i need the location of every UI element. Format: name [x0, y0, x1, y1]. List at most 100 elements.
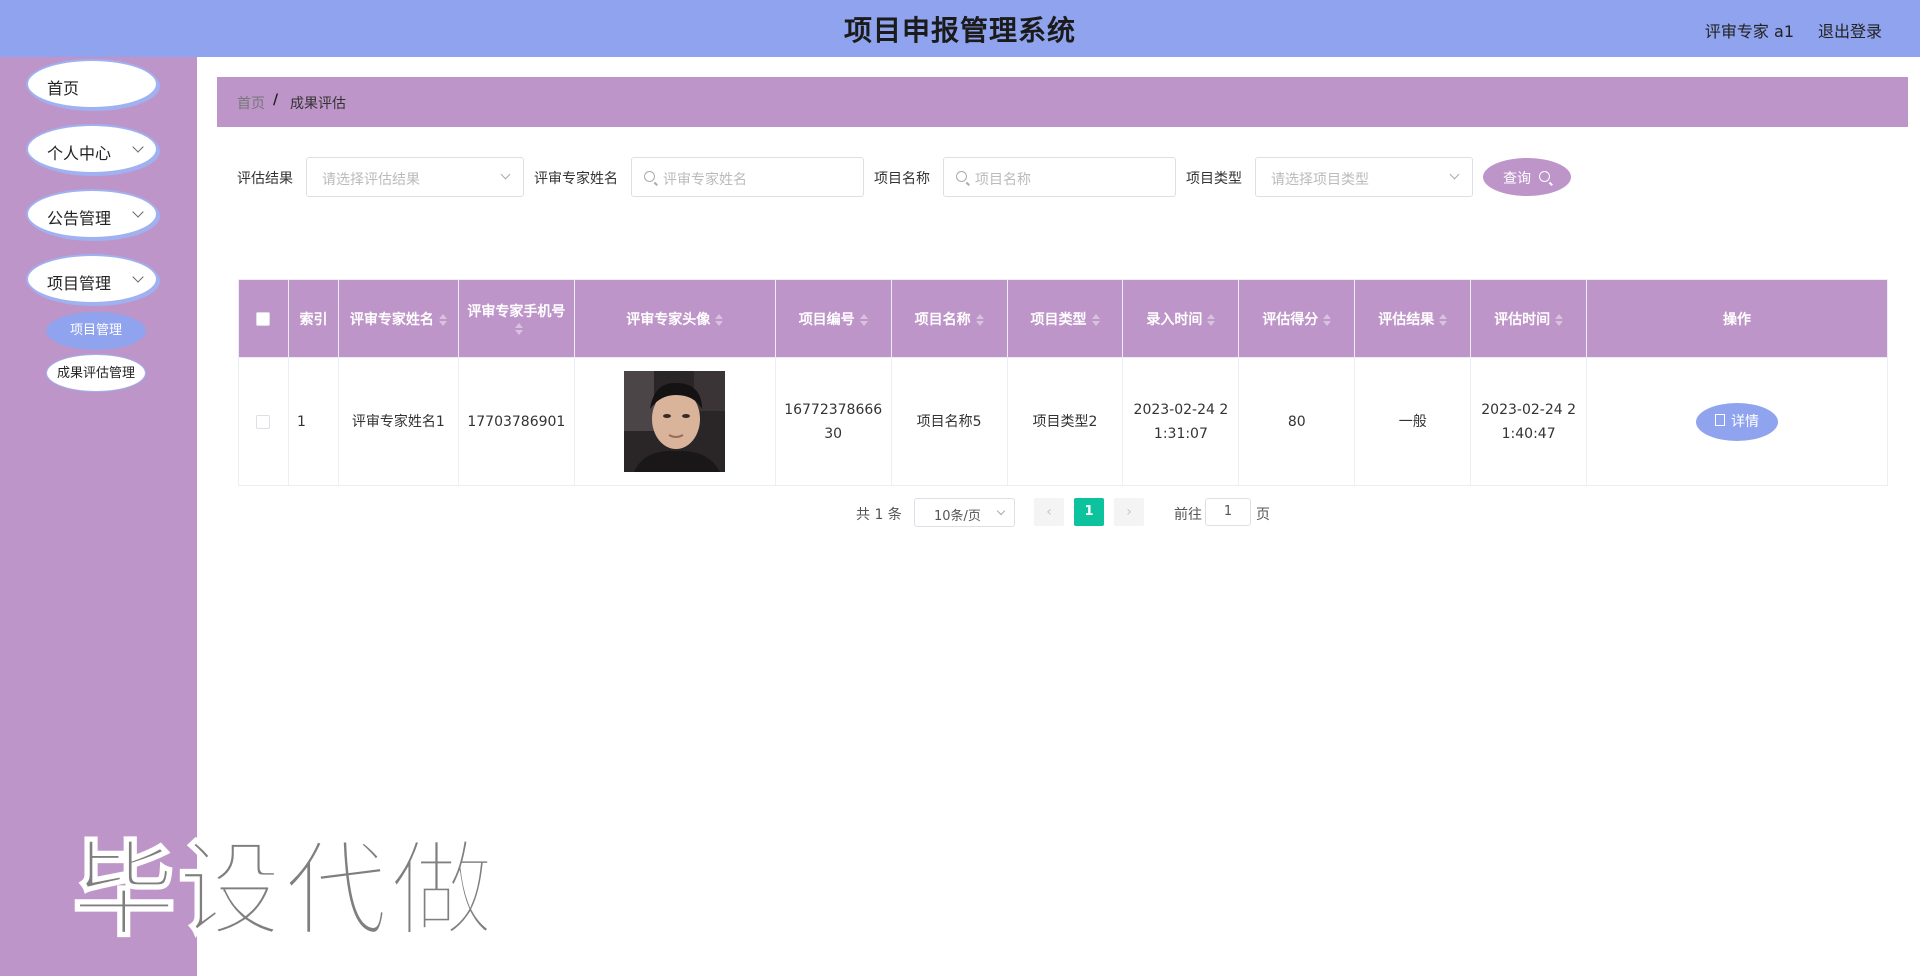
detail-button-label: 详情 — [1731, 413, 1760, 430]
sidebar-item-personal-center[interactable]: 个人中心 — [26, 124, 158, 174]
sidebar-item-label: 项目管理 — [47, 274, 112, 293]
chevron-down-icon — [132, 271, 144, 283]
sort-icon[interactable] — [859, 313, 868, 326]
cell-entry-time: 2023-02-24 21:31:07 — [1122, 357, 1240, 486]
sidebar-subitem-evaluation-management[interactable]: 成果评估管理 — [46, 354, 146, 392]
page-size-select[interactable]: 10条/页 — [914, 498, 1015, 527]
chevron-down-icon — [500, 169, 511, 180]
column-header-label: 操作 — [1723, 311, 1752, 328]
sidebar-item-home[interactable]: 首页 — [26, 59, 158, 109]
breadcrumb: 首页 / 成果评估 — [217, 77, 1908, 127]
type-select-placeholder: 请选择项目类型 — [1271, 172, 1369, 188]
cell-project-type: 项目类型2 — [1006, 357, 1124, 486]
select-all-cell — [238, 279, 289, 358]
column-header-project-name[interactable]: 项目名称 — [890, 279, 1008, 358]
sidebar-item-project-management[interactable]: 项目管理 — [26, 254, 158, 304]
cell-eval-time: 2023-02-24 21:40:47 — [1470, 357, 1588, 486]
column-header-expert-phone[interactable]: 评审专家手机号 — [457, 279, 575, 358]
expert-name-input[interactable]: 评审专家姓名 — [631, 157, 864, 197]
goto-label: 前往 — [1174, 507, 1202, 523]
sidebar-item-label: 公告管理 — [47, 209, 112, 228]
cell-score: 80 — [1238, 357, 1356, 486]
column-header-project-no[interactable]: 项目编号 — [774, 279, 892, 358]
column-header-label: 索引 — [299, 311, 328, 328]
search-icon — [1539, 171, 1550, 182]
column-header-result[interactable]: 评估结果 — [1354, 279, 1472, 358]
page-number-current[interactable]: 1 — [1074, 498, 1104, 526]
cell-project-no: 1677237866630 — [774, 357, 892, 486]
column-header-label: 评审专家姓名 — [349, 311, 434, 328]
column-header-entry-time[interactable]: 录入时间 — [1122, 279, 1240, 358]
sort-icon[interactable] — [438, 313, 447, 326]
column-header-label: 评估时间 — [1494, 311, 1551, 328]
type-select[interactable]: 请选择项目类型 — [1255, 157, 1473, 197]
cell-project-name: 项目名称5 — [890, 357, 1008, 486]
column-header-eval-time[interactable]: 评估时间 — [1470, 279, 1588, 358]
column-header-label: 项目名称 — [914, 311, 971, 328]
table-row: 1 评审专家姓名1 17703786901 1677237866630 项目名称… — [238, 357, 1888, 486]
app-title: 项目申报管理系统 — [843, 14, 1076, 47]
column-header-label: 评估得分 — [1262, 311, 1319, 328]
sort-icon[interactable] — [1555, 313, 1564, 326]
expert-filter-label: 评审专家姓名 — [534, 171, 618, 187]
row-select-cell — [238, 357, 289, 486]
logout-link[interactable]: 退出登录 — [1818, 18, 1882, 42]
chevron-down-icon — [132, 206, 144, 218]
sidebar-item-announcements[interactable]: 公告管理 — [26, 189, 158, 239]
column-header-index: 索引 — [287, 279, 339, 358]
sort-icon[interactable] — [1323, 313, 1332, 326]
cell-index: 1 — [287, 357, 339, 486]
column-header-score[interactable]: 评估得分 — [1238, 279, 1356, 358]
prev-page-button[interactable]: ‹ — [1034, 498, 1064, 526]
detail-button[interactable]: 详情 — [1696, 402, 1779, 441]
breadcrumb-home[interactable]: 首页 — [237, 93, 265, 113]
sidebar-subitem-project-management[interactable]: 项目管理 — [46, 312, 146, 350]
sort-icon[interactable] — [514, 322, 523, 335]
page-size-value: 10条/页 — [934, 509, 981, 524]
chevron-down-icon — [996, 506, 1006, 516]
top-header: 项目申报管理系统 评审专家 a1 退出登录 — [0, 0, 1920, 57]
watermark-text: 毕设代做 — [71, 828, 497, 952]
project-filter-label: 项目名称 — [874, 171, 930, 187]
breadcrumb-separator: / — [273, 92, 279, 108]
search-icon — [644, 171, 655, 182]
sort-icon[interactable] — [975, 313, 984, 326]
row-checkbox[interactable] — [256, 414, 271, 429]
current-user: 评审专家 a1 — [1704, 22, 1794, 41]
query-button[interactable]: 查询 — [1483, 158, 1571, 196]
sort-icon[interactable] — [1439, 313, 1448, 326]
column-header-label: 评估结果 — [1378, 311, 1435, 328]
column-header-project-type[interactable]: 项目类型 — [1006, 279, 1124, 358]
column-header-actions: 操作 — [1586, 279, 1888, 358]
expert-name-placeholder: 评审专家姓名 — [663, 172, 747, 188]
expert-avatar[interactable] — [624, 371, 726, 472]
project-name-placeholder: 项目名称 — [975, 172, 1031, 188]
query-button-label: 查询 — [1503, 171, 1531, 187]
select-all-checkbox[interactable] — [256, 311, 271, 326]
result-select[interactable]: 请选择评估结果 — [306, 157, 524, 197]
table-header-row: 索引 评审专家姓名 评审专家手机号 评审专家头像 项目编号 项目名称 项目类型 … — [238, 279, 1888, 358]
page-suffix-label: 页 — [1256, 507, 1270, 523]
cell-expert-avatar — [573, 357, 776, 486]
sort-icon[interactable] — [715, 313, 724, 326]
column-header-expert-name[interactable]: 评审专家姓名 — [337, 279, 459, 358]
next-page-button[interactable]: › — [1114, 498, 1144, 526]
search-icon — [956, 171, 967, 182]
sort-icon[interactable] — [1091, 313, 1100, 326]
evaluation-table: 索引 评审专家姓名 评审专家手机号 评审专家头像 项目编号 项目名称 项目类型 … — [238, 279, 1888, 486]
goto-page-input[interactable]: 1 — [1205, 498, 1251, 526]
column-header-label: 录入时间 — [1146, 311, 1203, 328]
cell-result: 一般 — [1354, 357, 1472, 486]
cell-expert-name: 评审专家姓名1 — [337, 357, 459, 486]
sort-icon[interactable] — [1207, 313, 1216, 326]
column-header-expert-avatar[interactable]: 评审专家头像 — [573, 279, 776, 358]
project-name-input[interactable]: 项目名称 — [943, 157, 1176, 197]
sidebar-item-label: 首页 — [47, 79, 80, 98]
column-header-label: 评审专家头像 — [626, 311, 711, 328]
cell-expert-phone: 17703786901 — [457, 357, 575, 486]
type-filter-label: 项目类型 — [1186, 171, 1242, 187]
column-header-label: 项目编号 — [798, 311, 855, 328]
column-header-label: 评审专家手机号 — [467, 303, 566, 320]
chevron-down-icon — [132, 141, 144, 153]
chevron-down-icon — [1449, 169, 1460, 180]
